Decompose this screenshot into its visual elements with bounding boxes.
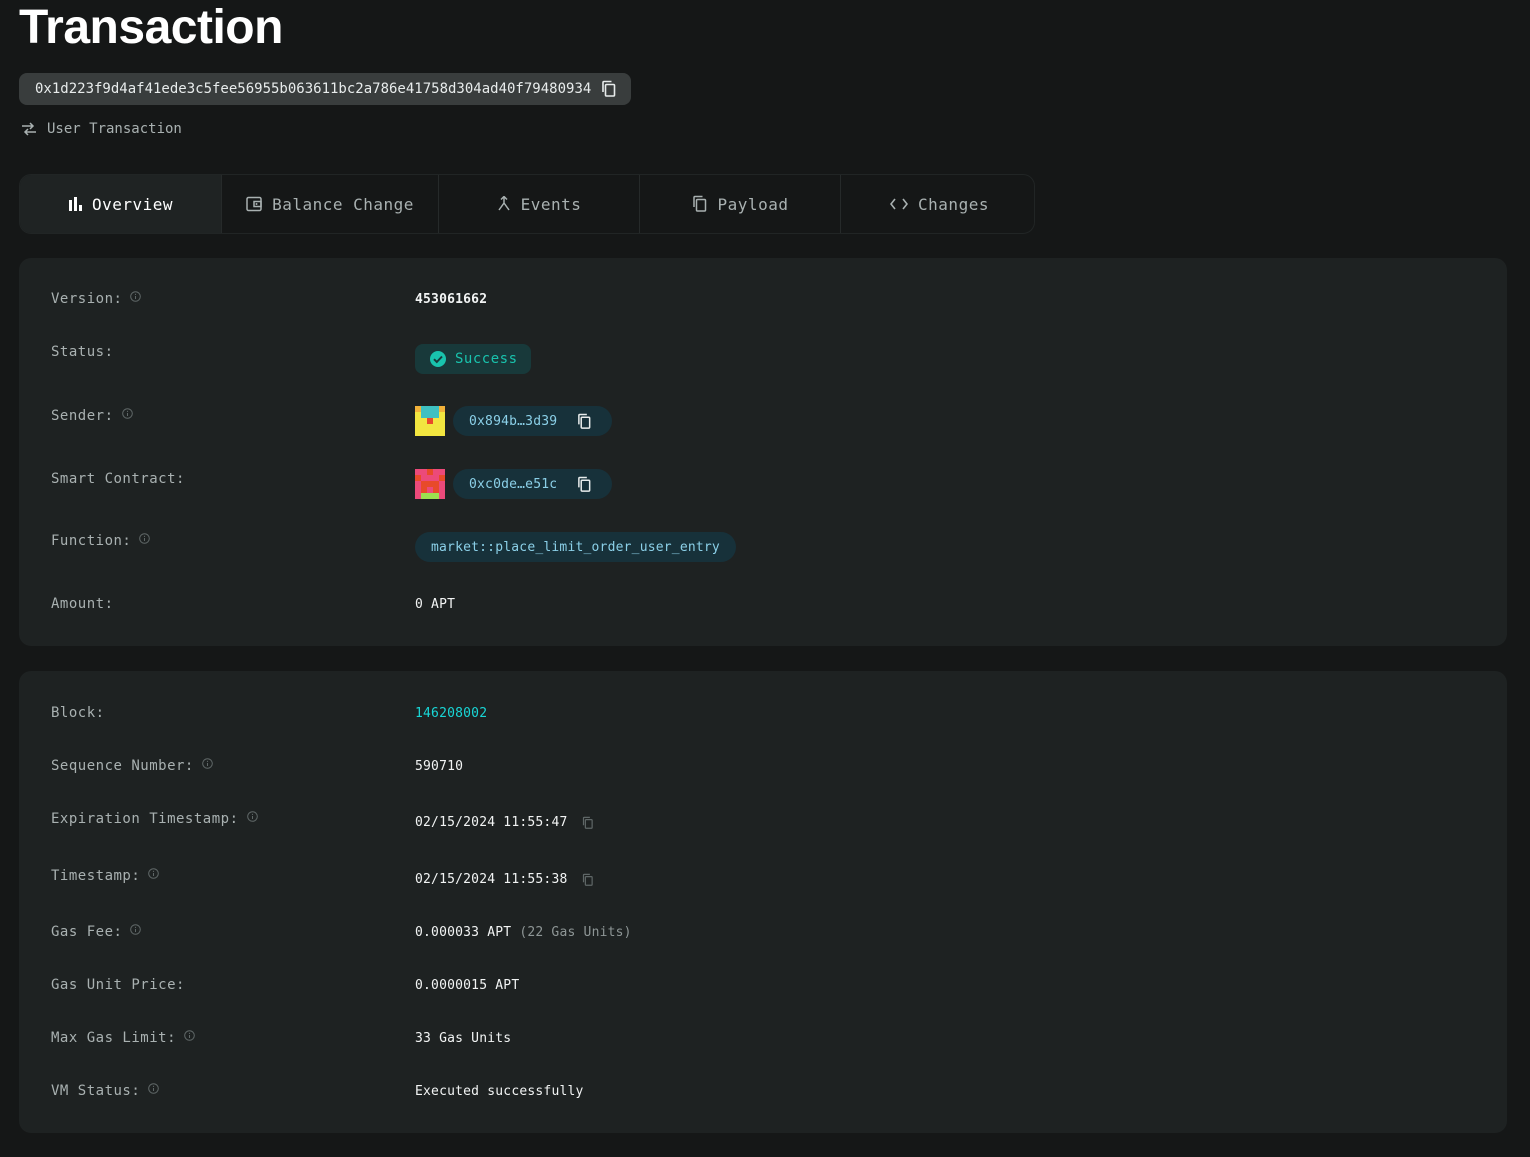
tab-payload-label: Payload	[717, 194, 789, 214]
info-icon[interactable]	[148, 1082, 160, 1094]
contract-avatar	[415, 469, 445, 499]
info-icon[interactable]	[246, 810, 258, 822]
vm-status-value: Executed successfully	[415, 1083, 584, 1099]
tab-overview-label: Overview	[91, 194, 174, 214]
info-icon[interactable]	[184, 1029, 195, 1041]
info-icon[interactable]	[130, 923, 142, 935]
check-circle-icon	[430, 351, 446, 367]
expiration-timestamp-value: 02/15/2024 11:55:47	[415, 815, 568, 830]
copy-icon[interactable]	[577, 413, 592, 430]
copy-icon[interactable]	[582, 873, 594, 887]
function-label: Function:	[51, 532, 151, 549]
transaction-type-label: User Transaction	[47, 121, 182, 137]
gas-fee-value: 0.000033 APT	[415, 925, 512, 940]
expiration-timestamp-label: Expiration Timestamp:	[51, 810, 258, 827]
info-icon[interactable]	[148, 867, 160, 879]
gas-fee-units: (22 Gas Units)	[519, 925, 632, 940]
max-gas-limit-label: Max Gas Limit:	[51, 1029, 195, 1046]
tab-overview[interactable]: Overview	[20, 175, 222, 233]
tab-events-label: Events	[520, 194, 582, 214]
smart-contract-label: Smart Contract:	[51, 471, 185, 487]
version-value: 453061662	[415, 291, 488, 307]
info-icon[interactable]	[121, 407, 133, 419]
copy-icon[interactable]	[601, 80, 617, 98]
max-gas-limit-value: 33 Gas Units	[415, 1030, 512, 1046]
vm-status-label: VM Status:	[51, 1082, 160, 1099]
gas-unit-price-label: Gas Unit Price:	[51, 977, 185, 993]
version-label: Version:	[51, 290, 142, 307]
bar-chart-icon	[68, 197, 82, 211]
tab-payload[interactable]: Payload	[640, 175, 841, 233]
block-label: Block:	[51, 705, 105, 721]
page-title: Transaction	[19, 1, 283, 54]
tab-changes[interactable]: Changes	[841, 175, 1034, 233]
status-label: Status:	[51, 344, 114, 360]
block-link[interactable]: 146208002	[415, 706, 487, 721]
code-icon	[890, 198, 909, 210]
overview-card: Version: 453061662 Status: Success Sende…	[19, 258, 1507, 646]
swap-arrows-icon	[22, 122, 36, 136]
amount-label: Amount:	[51, 596, 114, 612]
copy-icon	[692, 195, 706, 212]
sequence-number-value: 590710	[415, 758, 464, 774]
transaction-hash: 0x1d223f9d4af41ede3c5fee56955b063611bc2a…	[19, 73, 632, 105]
transaction-type: User Transaction	[21, 121, 182, 137]
tab-balance-change[interactable]: Balance Change	[222, 175, 439, 233]
info-icon[interactable]	[130, 290, 142, 302]
copy-icon[interactable]	[577, 476, 592, 493]
status-badge: Success	[415, 344, 531, 374]
tab-bar: Overview Balance Change Events Payload C…	[19, 174, 1035, 234]
contract-address[interactable]: 0xc0de…e51c	[453, 469, 613, 499]
info-icon[interactable]	[202, 757, 213, 769]
function-name[interactable]: market::place_limit_order_user_entry	[415, 532, 736, 562]
gas-fee-label: Gas Fee:	[51, 923, 142, 940]
sender-label: Sender:	[51, 407, 133, 424]
copy-icon[interactable]	[582, 816, 594, 830]
amount-value: 0 APT	[415, 596, 456, 612]
sequence-number-label: Sequence Number:	[51, 757, 213, 774]
details-card: Block: 146208002 Sequence Number: 590710…	[19, 671, 1507, 1133]
timestamp-label: Timestamp:	[51, 867, 160, 884]
sender-address[interactable]: 0x894b…3d39	[453, 406, 613, 436]
merge-icon	[497, 196, 510, 211]
tab-changes-label: Changes	[918, 194, 989, 214]
tab-events[interactable]: Events	[439, 175, 640, 233]
sender-avatar	[415, 406, 445, 436]
gas-unit-price-value: 0.0000015 APT	[415, 977, 520, 993]
tab-balance-change-label: Balance Change	[272, 194, 414, 214]
timestamp-value: 02/15/2024 11:55:38	[415, 872, 568, 887]
transaction-hash-text: 0x1d223f9d4af41ede3c5fee56955b063611bc2a…	[35, 81, 592, 97]
info-icon[interactable]	[139, 532, 151, 544]
wallet-icon	[246, 196, 262, 212]
